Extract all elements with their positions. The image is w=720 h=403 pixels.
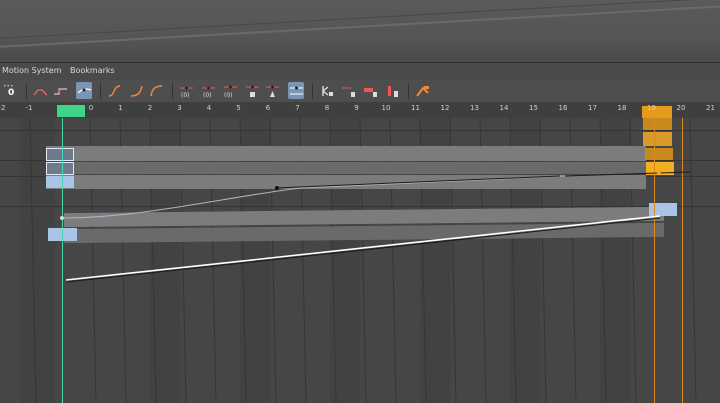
lock-tangent-angle-icon: (0) (223, 85, 237, 98)
menu-bookmarks[interactable]: Bookmarks (70, 66, 115, 75)
ruler-tick: 14 (499, 104, 509, 112)
svg-text:(0): (0) (203, 92, 212, 98)
toolbar-separator (408, 83, 409, 99)
clamp-button[interactable] (362, 82, 378, 99)
clamp-icon (363, 87, 377, 97)
tangent-handle (274, 175, 561, 189)
key-lock-value-icon (289, 86, 303, 94)
ease-out-button[interactable] (148, 82, 164, 99)
menu-bar: Motion System Bookmarks (0, 62, 720, 81)
ease-in-button[interactable] (128, 82, 144, 99)
ruler-tick: 5 (236, 104, 241, 112)
ease-out-icon (149, 84, 162, 96)
zero-angle-icon: (0) (179, 86, 193, 98)
key-lock-time-button[interactable] (318, 82, 334, 99)
curve-overlay (60, 170, 691, 283)
auto-tangent-button[interactable] (384, 82, 400, 99)
ruler-tick: 12 (440, 104, 450, 112)
ruler-tick: 19 (647, 104, 656, 112)
lock-tangent-length-button[interactable] (244, 82, 260, 99)
key-linear-button[interactable] (32, 82, 48, 99)
key-spline-icon (77, 87, 91, 93)
ease-in-out-icon (108, 84, 120, 97)
ease-in-icon (130, 85, 143, 97)
svg-text:(0): (0) (224, 92, 233, 98)
ruler-tick: 6 (265, 104, 271, 112)
timeline-toolbar: ••• 0 (0) (0) (0) (0, 80, 720, 103)
ruler-tick: 8 (324, 104, 330, 112)
zero-length-button[interactable]: (0) (200, 82, 216, 99)
playhead-marker[interactable] (57, 105, 85, 117)
key-spline-button[interactable] (76, 82, 92, 99)
menu-motion-system[interactable]: Motion System (2, 66, 62, 75)
ruler-tick: 13 (470, 104, 479, 112)
lock-tangent-length-icon (245, 85, 259, 97)
mute-icon (341, 87, 355, 97)
timeline-area[interactable] (0, 118, 720, 403)
zero-length-icon: (0) (201, 86, 215, 98)
zero-angle-button[interactable]: (0) (178, 82, 194, 99)
timeline-ruler[interactable]: -2-1012345678910111213141516171819202122 (0, 102, 720, 119)
toolbar-separator (26, 83, 27, 99)
ruler-tick: 10 (381, 104, 391, 112)
key-linear-icon (32, 88, 47, 95)
mute-button[interactable] (340, 82, 356, 99)
linear-curve (65, 215, 661, 281)
lock-tangent-angle-button[interactable]: (0) (222, 82, 238, 99)
ruler-tick: 21 (706, 104, 715, 112)
ruler-tick: 9 (354, 104, 359, 112)
animation-curve (61, 175, 566, 219)
overshoot-button[interactable] (414, 82, 430, 99)
ruler-tick: 0 (88, 104, 94, 112)
key-step-button[interactable] (52, 82, 68, 99)
ruler-tick: 4 (206, 104, 212, 112)
key-lock-value-button[interactable] (288, 82, 304, 99)
ruler-tick: 2 (147, 104, 153, 112)
break-tangents-icon (265, 85, 279, 97)
toolbar-separator (100, 83, 101, 99)
toolbar-separator (312, 83, 313, 99)
ruler-tick: 3 (177, 104, 182, 112)
ruler-tick: 11 (411, 104, 420, 112)
frame-field[interactable]: ••• 0 (2, 83, 20, 99)
ruler-tick: -1 (25, 104, 33, 112)
ruler-tick: -2 (0, 104, 6, 112)
toolbar-separator (172, 83, 173, 99)
break-tangents-button[interactable] (264, 82, 280, 99)
tangent-handle (564, 171, 691, 177)
ruler-tick: 1 (118, 104, 123, 112)
ruler-tick: 17 (588, 104, 597, 112)
svg-text:(0): (0) (181, 92, 190, 98)
ruler-tick: 16 (558, 104, 568, 112)
key-step-icon (53, 87, 67, 95)
ruler-tick: 15 (529, 104, 538, 112)
curve-key-point (657, 170, 661, 174)
frame-field-value: 0 (8, 88, 15, 98)
ruler-tick: 7 (295, 104, 300, 112)
ease-in-out-button[interactable] (106, 82, 122, 99)
ruler-tick: 20 (676, 104, 686, 112)
key-lock-time-icon (321, 85, 333, 96)
overshoot-icon (415, 85, 429, 97)
tangent-point (275, 186, 279, 190)
ruler-tick: 18 (617, 104, 627, 112)
curve-key-point (60, 216, 64, 220)
linear-curve-shadow (65, 217, 661, 283)
auto-tangent-icon (387, 85, 398, 97)
